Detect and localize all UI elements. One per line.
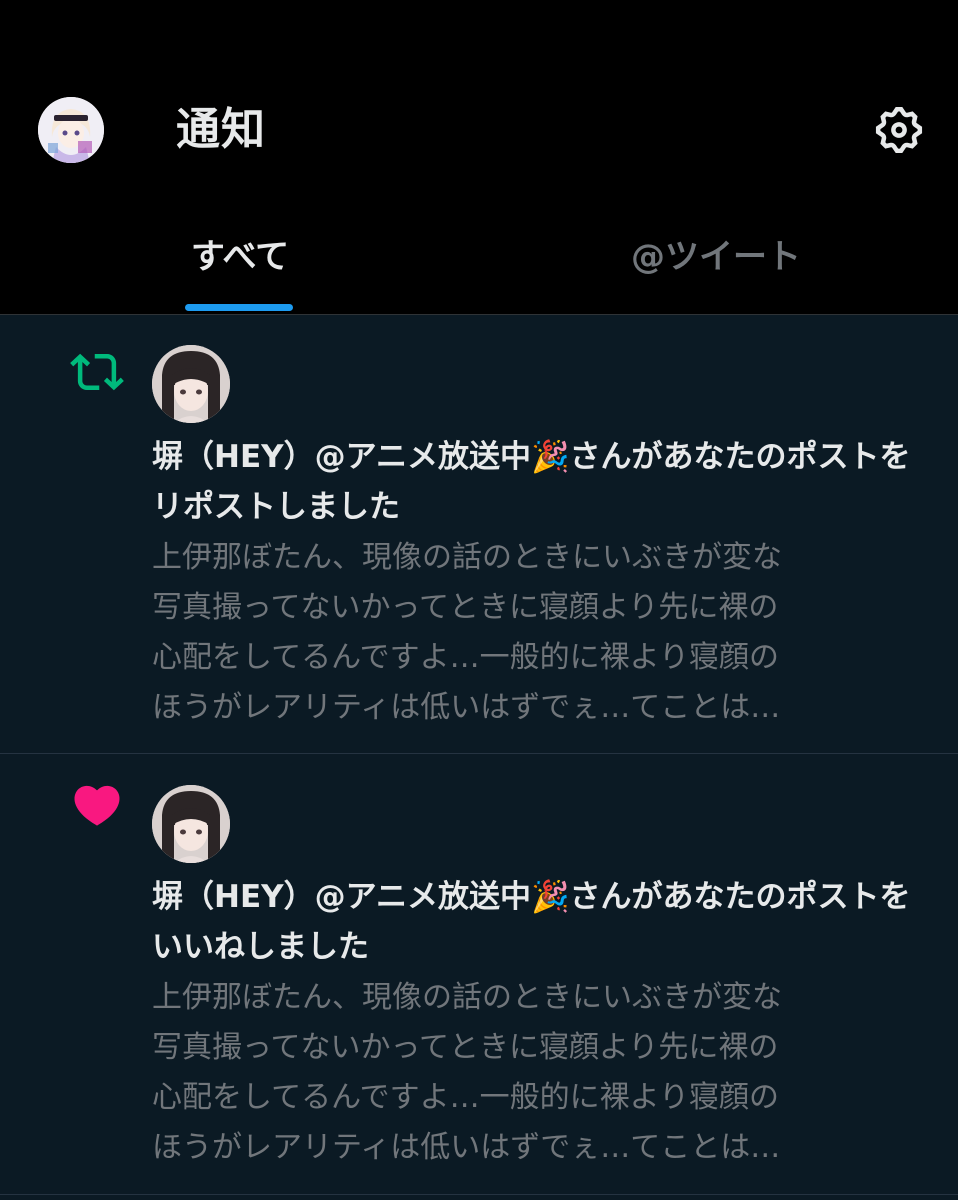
active-tab-indicator [185, 304, 293, 311]
post-excerpt: 上伊那ぼたん、現像の話のときにいぶきが変な 写真撮ってないかってときに寝顔より先… [152, 980, 782, 1165]
notification-feed: 塀（HEY）@アニメ放送中🎉さんがあなたのポストをリポストしました 上伊那ぼたん… [0, 315, 958, 1200]
tab-mentions-label: @ツイート [631, 237, 801, 277]
app-header: 通知 すべて @ツイート [0, 0, 958, 315]
avatar-image [38, 97, 104, 163]
post-excerpt: 上伊那ぼたん、現像の話のときにいぶきが変な 写真撮ってないかってときに寝顔より先… [152, 540, 782, 725]
gear-icon [875, 106, 923, 154]
repost-icon [66, 345, 128, 399]
tab-all-label: すべて [190, 237, 290, 277]
tab-mentions[interactable]: @ツイート [596, 230, 836, 314]
page-title: 通知 [176, 104, 266, 155]
settings-button[interactable] [872, 103, 926, 157]
profile-avatar[interactable] [38, 97, 104, 163]
notification-headline: 塀（HEY）@アニメ放送中🎉さんがあなたのポストをリポストしました [152, 439, 911, 525]
tab-all[interactable]: すべて [120, 230, 360, 314]
notification-headline: 塀（HEY）@アニメ放送中🎉さんがあなたのポストをいいねしました [152, 879, 911, 965]
notification-item-repost[interactable]: 塀（HEY）@アニメ放送中🎉さんがあなたのポストをリポストしました 上伊那ぼたん… [0, 315, 958, 754]
heart-icon [66, 778, 128, 832]
avatar-image [152, 345, 230, 423]
avatar-image [152, 785, 230, 863]
actor-avatar[interactable] [152, 785, 230, 863]
notification-item-like[interactable]: 塀（HEY）@アニメ放送中🎉さんがあなたのポストをいいねしました 上伊那ぼたん、… [0, 754, 958, 1195]
actor-avatar[interactable] [152, 345, 230, 423]
